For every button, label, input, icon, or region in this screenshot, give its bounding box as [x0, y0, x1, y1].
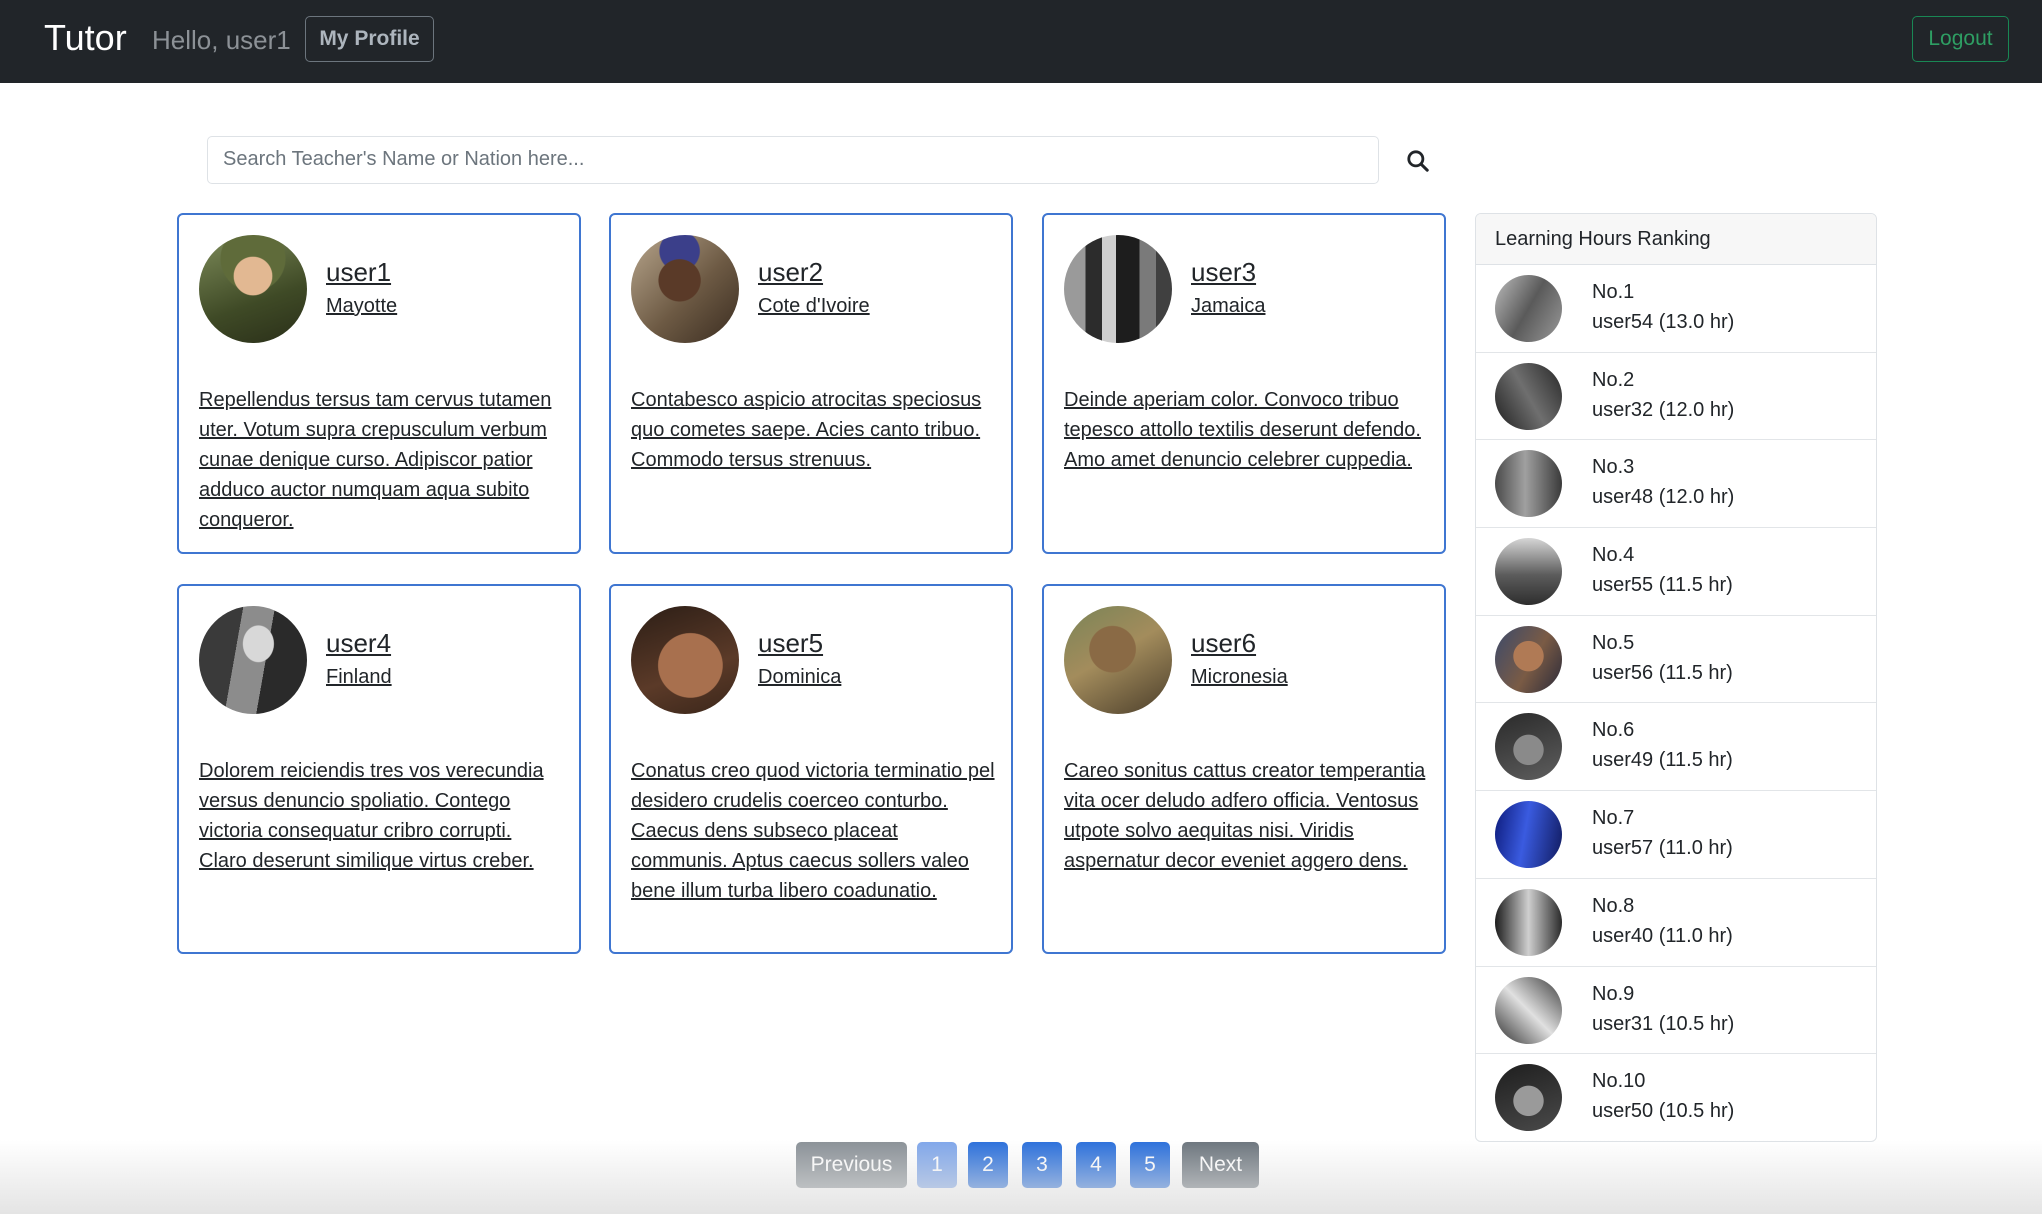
page-4-button[interactable]: 4	[1076, 1142, 1116, 1188]
ranking-avatar	[1495, 450, 1562, 518]
ranking-title: Learning Hours Ranking	[1476, 214, 1876, 265]
teacher-nation[interactable]: Finland	[326, 664, 392, 690]
teacher-card[interactable]: user2 Cote d'Ivoire Contabesco aspicio a…	[609, 213, 1013, 554]
search-input[interactable]: Search Teacher's Name or Nation here...	[207, 136, 1379, 184]
ranking-item[interactable]: No.7 user57 (11.0 hr)	[1476, 791, 1876, 879]
teacher-name[interactable]: user3	[1191, 257, 1256, 287]
teacher-name[interactable]: user5	[758, 628, 823, 658]
ranking-position: No.8	[1592, 894, 1635, 917]
teacher-card[interactable]: user1 Mayotte Repellendus tersus tam cer…	[177, 213, 581, 554]
teacher-card[interactable]: user6 Micronesia Careo sonitus cattus cr…	[1042, 584, 1446, 954]
brand-logo[interactable]: Tutor	[44, 16, 127, 60]
ranking-user: user40 (11.0 hr)	[1592, 924, 1733, 947]
ranking-item[interactable]: No.10 user50 (10.5 hr)	[1476, 1054, 1876, 1141]
ranking-user: user32 (12.0 hr)	[1592, 398, 1735, 421]
ranking-position: No.3	[1592, 456, 1635, 479]
teacher-nation[interactable]: Cote d'Ivoire	[758, 293, 870, 319]
teacher-avatar[interactable]	[1064, 235, 1172, 343]
ranking-position: No.6	[1592, 719, 1635, 742]
page-5-button[interactable]: 5	[1130, 1142, 1170, 1188]
teacher-name[interactable]: user4	[326, 628, 391, 658]
ranking-avatar	[1495, 888, 1562, 956]
ranking-position: No.7	[1592, 807, 1635, 830]
teacher-card[interactable]: user4 Finland Dolorem reiciendis tres vo…	[177, 584, 581, 954]
ranking-user: user57 (11.0 hr)	[1592, 837, 1733, 860]
ranking-position: No.9	[1592, 982, 1635, 1005]
logout-button[interactable]: Logout	[1912, 16, 2009, 62]
teacher-bio[interactable]: Contabesco aspicio atrocitas speciosus q…	[631, 385, 996, 475]
ranking-user: user50 (10.5 hr)	[1592, 1100, 1735, 1123]
ranking-position: No.2	[1592, 368, 1635, 391]
ranking-avatar	[1495, 713, 1562, 781]
ranking-avatar	[1495, 625, 1562, 693]
teacher-avatar[interactable]	[199, 235, 307, 343]
ranking-position: No.1	[1592, 281, 1635, 303]
search-icon	[1407, 150, 1429, 172]
ranking-item[interactable]: No.4 user55 (11.5 hr)	[1476, 528, 1876, 616]
learning-hours-ranking: Learning Hours Ranking No.1 user54 (13.0…	[1475, 213, 1877, 1142]
page-1-button[interactable]: 1	[917, 1142, 957, 1188]
teacher-avatar[interactable]	[631, 606, 739, 714]
ranking-avatar	[1495, 1064, 1562, 1132]
next-page-button[interactable]: Next	[1182, 1142, 1259, 1188]
teacher-card[interactable]: user5 Dominica Conatus creo quod victori…	[609, 584, 1013, 954]
teacher-avatar[interactable]	[1064, 606, 1172, 714]
bottom-shadow	[0, 1140, 2042, 1214]
teacher-bio[interactable]: Deinde aperiam color. Convoco tribuo tep…	[1064, 385, 1429, 475]
ranking-avatar	[1495, 801, 1562, 869]
page-3-button[interactable]: 3	[1022, 1142, 1062, 1188]
page-2-button[interactable]: 2	[968, 1142, 1008, 1188]
greeting-text: Hello, user1	[152, 25, 291, 55]
ranking-item[interactable]: No.3 user48 (12.0 hr)	[1476, 440, 1876, 529]
ranking-item[interactable]: No.2 user32 (12.0 hr)	[1476, 353, 1876, 441]
teacher-card[interactable]: user3 Jamaica Deinde aperiam color. Conv…	[1042, 213, 1446, 554]
teacher-nation[interactable]: Micronesia	[1191, 664, 1288, 690]
teacher-name[interactable]: user1	[326, 257, 391, 287]
ranking-user: user56 (11.5 hr)	[1592, 661, 1733, 684]
previous-page-button[interactable]: Previous	[796, 1142, 907, 1188]
teacher-nation[interactable]: Dominica	[758, 664, 841, 690]
teacher-name[interactable]: user2	[758, 257, 823, 287]
ranking-item[interactable]: No.8 user40 (11.0 hr)	[1476, 879, 1876, 967]
teacher-bio[interactable]: Conatus creo quod victoria terminatio pe…	[631, 756, 996, 906]
teacher-bio[interactable]: Repellendus tersus tam cervus tutamen ut…	[199, 385, 564, 535]
ranking-user: user55 (11.5 hr)	[1592, 574, 1733, 597]
search-button[interactable]	[1400, 144, 1436, 178]
teacher-bio[interactable]: Dolorem reiciendis tres vos verecundia v…	[199, 756, 564, 876]
teacher-avatar[interactable]	[199, 606, 307, 714]
ranking-avatar	[1495, 362, 1562, 430]
ranking-position: No.5	[1592, 631, 1635, 654]
ranking-user: user54 (13.0 hr)	[1592, 311, 1735, 333]
my-profile-button[interactable]: My Profile	[305, 16, 434, 62]
top-navbar: Tutor Hello, user1 My Profile Logout	[0, 0, 2042, 83]
teacher-nation[interactable]: Jamaica	[1191, 293, 1265, 319]
ranking-user: user48 (12.0 hr)	[1592, 486, 1735, 509]
teacher-name[interactable]: user6	[1191, 628, 1256, 658]
ranking-position: No.10	[1592, 1070, 1646, 1093]
ranking-item[interactable]: No.9 user31 (10.5 hr)	[1476, 967, 1876, 1055]
teacher-nation[interactable]: Mayotte	[326, 293, 397, 319]
ranking-item[interactable]: No.6 user49 (11.5 hr)	[1476, 703, 1876, 792]
teacher-avatar[interactable]	[631, 235, 739, 343]
ranking-position: No.4	[1592, 544, 1635, 567]
ranking-avatar	[1495, 275, 1562, 342]
ranking-user: user49 (11.5 hr)	[1592, 749, 1733, 772]
teacher-bio[interactable]: Careo sonitus cattus creator temperantia…	[1064, 756, 1429, 876]
ranking-user: user31 (10.5 hr)	[1592, 1012, 1735, 1035]
ranking-item[interactable]: No.1 user54 (13.0 hr)	[1476, 265, 1876, 353]
ranking-item[interactable]: No.5 user56 (11.5 hr)	[1476, 616, 1876, 704]
ranking-avatar	[1495, 976, 1562, 1044]
ranking-avatar	[1495, 538, 1562, 606]
